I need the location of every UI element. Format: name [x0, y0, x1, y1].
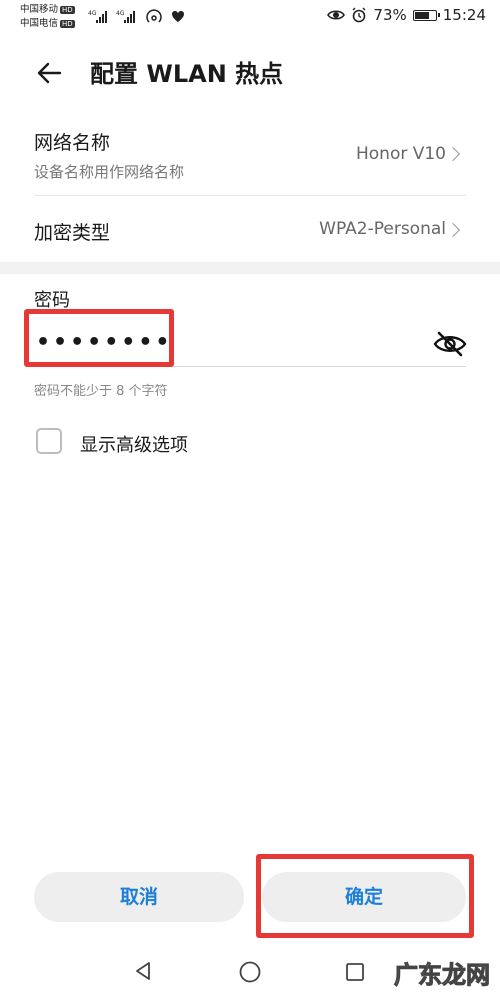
carrier-2: 中国电信 HD [20, 18, 75, 29]
signal-icons: 4G 4G [88, 8, 198, 30]
network-name-row[interactable]: 网络名称 设备名称用作网络名称 Honor V10 [0, 115, 500, 195]
network-name-sublabel: 设备名称用作网络名称 [34, 163, 185, 181]
watermark-logo: 广东龙网 [394, 955, 491, 990]
advanced-options-checkbox[interactable] [36, 428, 62, 454]
carrier-1: 中国移动 HD [20, 4, 75, 15]
nav-recents-icon [346, 963, 364, 981]
nav-back-button[interactable] [132, 960, 154, 982]
password-hint: 密码不能少于 8 个字符 [34, 384, 168, 399]
alarm-icon [352, 7, 366, 23]
cancel-button[interactable]: 取消 [34, 872, 244, 922]
clock: 15:24 [442, 6, 486, 24]
battery-icon [412, 9, 440, 21]
chevron-right-icon [445, 222, 461, 238]
nav-home-button[interactable] [238, 960, 262, 984]
eye-comfort-icon [327, 10, 346, 20]
back-arrow-icon [37, 62, 62, 84]
network-name-value: Honor V10 [355, 144, 446, 164]
hotspot-icon [146, 9, 162, 23]
section-separator [0, 262, 500, 274]
chevron-right-icon [445, 146, 461, 162]
password-highlight-box [24, 309, 174, 367]
toggle-visibility-button[interactable] [432, 329, 468, 359]
nav-back-icon [136, 962, 150, 980]
back-button[interactable] [34, 58, 64, 88]
network-name-label: 网络名称 [34, 132, 111, 154]
signal-bars-icon [124, 11, 135, 23]
battery-percent: 73% [373, 6, 407, 24]
nav-home-icon [239, 961, 261, 983]
encryption-type-label: 加密类型 [34, 222, 111, 244]
net-badge-1: 4G [88, 10, 97, 17]
encryption-type-row[interactable]: 加密类型 WPA2-Personal [0, 196, 500, 262]
net-badge-2: 4G [116, 10, 125, 17]
confirm-highlight-box [256, 854, 474, 938]
encryption-type-value: WPA2-Personal [319, 219, 446, 239]
watermark-text: 广东龙网 [394, 960, 491, 990]
eye-off-icon [433, 331, 467, 357]
advanced-options-label: 显示高级选项 [80, 435, 188, 456]
status-right: 73% 15:24 [327, 6, 486, 24]
signal-bars-icon [96, 11, 107, 23]
nav-recents-button[interactable] [344, 961, 366, 983]
health-icon [172, 11, 184, 22]
page-title: 配置 WLAN 热点 [90, 60, 284, 88]
